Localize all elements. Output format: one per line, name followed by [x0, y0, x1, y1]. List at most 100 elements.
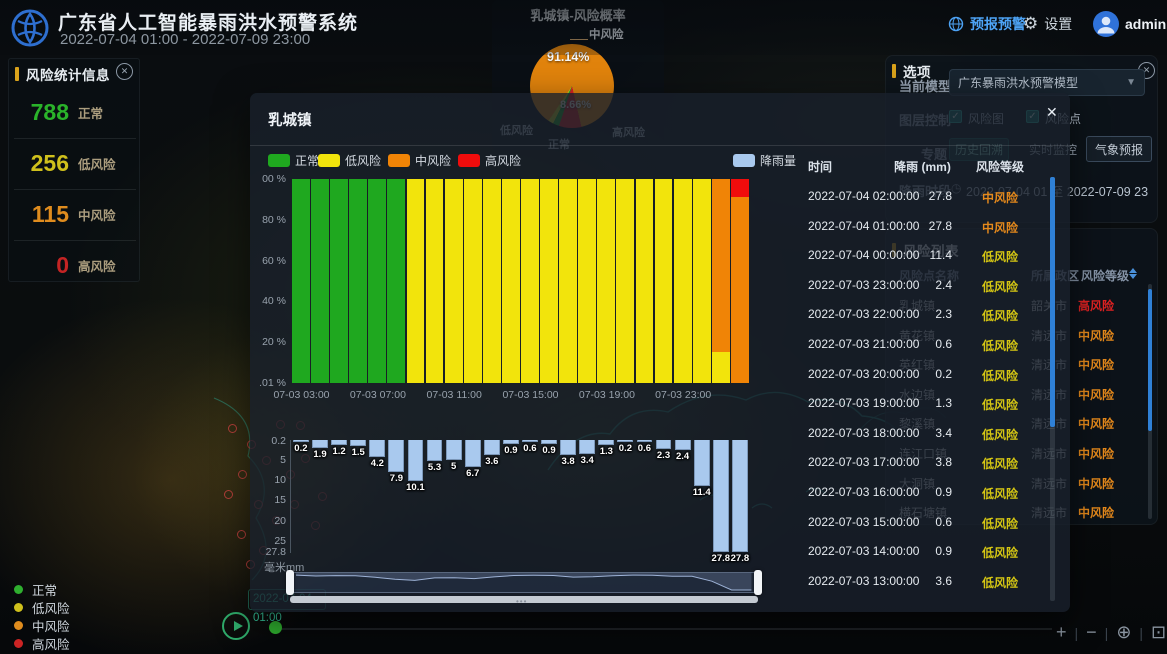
user-name: admin — [1125, 16, 1166, 32]
table-row[interactable]: 2022-07-03 13:00:003.6低风险 — [800, 566, 1052, 595]
red-dot-icon — [14, 639, 23, 648]
table-cell-rain: 3.4 — [890, 426, 952, 440]
table-row[interactable]: 2022-07-03 15:00:000.6低风险 — [800, 507, 1052, 536]
gear-icon: ⚙ — [1023, 14, 1038, 34]
model-select-value: 广东暴雨洪水预警模型 — [958, 74, 1126, 91]
stats-close-icon[interactable]: ✕ — [116, 63, 133, 80]
table-row[interactable]: 2022-07-04 00:00:0011.4低风险 — [800, 240, 1052, 269]
table-cell-level: 低风险 — [960, 396, 1040, 413]
table-cell-rain: 0.9 — [890, 485, 952, 499]
legend-item-low: 低风险 — [14, 598, 70, 616]
table-row[interactable]: 2022-07-03 23:00:002.4低风险 — [800, 270, 1052, 299]
table-cell-rain: 3.8 — [890, 455, 952, 469]
table-cell-rain: 2.4 — [890, 278, 952, 292]
panel-accent-bar — [15, 67, 19, 81]
table-cell-level: 低风险 — [960, 248, 1040, 265]
table-cell-level: 低风险 — [960, 337, 1040, 354]
town-detail-modal: 乳城镇 ✕ 正常 低风险 中风险 高风险 降雨量 00 %80 %60 %40 … — [250, 93, 1070, 612]
table-row[interactable]: 2022-07-03 20:00:000.2低风险 — [800, 359, 1052, 388]
topic-weather-button[interactable]: 气象预报 — [1086, 136, 1152, 162]
stat-low-label: 低风险 — [78, 154, 116, 173]
table-cell-level: 低风险 — [960, 574, 1040, 591]
table-scrollbar-thumb[interactable] — [1050, 177, 1055, 427]
risk-stats-title: 风险统计信息 — [26, 64, 110, 84]
play-button[interactable] — [222, 612, 250, 640]
risk-stats-panel: 风险统计信息 ✕ 788 正常 256 低风险 115 中风险 0 高风险 — [8, 58, 140, 282]
table-cell-rain: 0.9 — [890, 544, 952, 558]
zoom-in-button[interactable]: + — [1056, 622, 1067, 643]
stat-low-value: 256 — [9, 150, 69, 177]
table-row[interactable]: 2022-07-03 14:00:000.9低风险 — [800, 536, 1052, 565]
divider: | — [1139, 625, 1143, 641]
table-cell-rain: 2.3 — [890, 307, 952, 321]
stat-mid-value: 115 — [9, 201, 69, 228]
globe-button[interactable]: ⊕ — [1116, 622, 1131, 643]
table-row[interactable]: 2022-07-04 02:00:0027.8中风险 — [800, 181, 1052, 210]
risk-point-marker[interactable] — [228, 424, 237, 433]
panel-accent-bar — [892, 64, 896, 78]
divider: | — [1105, 625, 1109, 641]
timeline-handle[interactable] — [269, 621, 282, 634]
table-cell-rain: 0.6 — [890, 337, 952, 351]
table-row[interactable]: 2022-07-03 19:00:001.3低风险 — [800, 388, 1052, 417]
nav-forecast-label: 预报预警 — [970, 14, 1026, 34]
table-cell-level: 低风险 — [960, 515, 1040, 532]
avatar — [1093, 11, 1119, 37]
stat-high-label: 高风险 — [78, 256, 116, 275]
extent-button[interactable]: ⊡ — [1151, 622, 1166, 643]
table-row[interactable]: 2022-07-04 01:00:0027.8中风险 — [800, 211, 1052, 240]
app-logo-icon — [10, 8, 50, 48]
risk-point-marker[interactable] — [237, 530, 246, 539]
stat-mid-label: 中风险 — [78, 205, 116, 224]
table-cell-level: 低风险 — [960, 367, 1040, 384]
divider: | — [1075, 625, 1079, 641]
nav-forecast-warning[interactable]: 预报预警 — [948, 12, 1026, 36]
stat-normal: 788 正常 — [9, 87, 141, 137]
table-cell-level: 中风险 — [960, 189, 1040, 206]
table-cell-rain: 27.8 — [890, 219, 952, 233]
table-cell-level: 低风险 — [960, 307, 1040, 324]
app-root: 乳城镇-风险概率 中风险 91.14% 8.66% 低风险 正常 高风险 选项 … — [0, 0, 1167, 654]
stat-high-value: 0 — [9, 252, 69, 279]
table-rows: 2022-07-04 02:00:0027.8中风险2022-07-04 01:… — [250, 93, 1070, 612]
table-row[interactable]: 2022-07-03 21:00:000.6低风险 — [800, 329, 1052, 358]
risk-point-marker[interactable] — [238, 470, 247, 479]
table-cell-level: 中风险 — [960, 219, 1040, 236]
table-cell-rain: 0.2 — [890, 367, 952, 381]
table-cell-rain: 27.8 — [890, 189, 952, 203]
table-cell-rain: 0.6 — [890, 515, 952, 529]
table-cell-level: 低风险 — [960, 485, 1040, 502]
table-row[interactable]: 2022-07-03 22:00:002.3低风险 — [800, 299, 1052, 328]
timeline-track[interactable] — [276, 628, 1052, 630]
top-header: 广东省人工智能暴雨洪水预警系统 2022-07-04 01:00 - 2022-… — [0, 0, 1167, 55]
table-cell-level: 低风险 — [960, 278, 1040, 295]
risk-point-marker[interactable] — [224, 490, 233, 499]
legend-item-normal: 正常 — [14, 580, 70, 598]
nav-settings[interactable]: ⚙ 设置 — [1023, 12, 1072, 36]
table-row[interactable]: 2022-07-03 17:00:003.8低风险 — [800, 447, 1052, 476]
zoom-out-button[interactable]: − — [1086, 622, 1097, 643]
stat-high: 0 高风险 — [9, 240, 141, 290]
risk-list-scrollbar-thumb[interactable] — [1148, 289, 1152, 431]
header-date-range: 2022-07-04 01:00 - 2022-07-09 23:00 — [60, 31, 310, 48]
table-cell-rain: 1.3 — [890, 396, 952, 410]
stat-mid: 115 中风险 — [9, 189, 141, 239]
model-select[interactable]: 广东暴雨洪水预警模型 ▼ — [949, 69, 1145, 96]
play-icon — [234, 621, 243, 631]
globe-icon — [948, 16, 964, 32]
chevron-down-icon: ▼ — [1126, 77, 1136, 88]
table-cell-rain: 3.6 — [890, 574, 952, 588]
table-cell-level: 低风险 — [960, 455, 1040, 472]
table-cell-rain: 11.4 — [890, 248, 952, 262]
yellow-dot-icon — [14, 603, 23, 612]
green-dot-icon — [14, 585, 23, 594]
table-cell-level: 低风险 — [960, 544, 1040, 561]
nav-user-menu[interactable]: admin ▾ — [1093, 12, 1167, 36]
map-legend: 正常 低风险 中风险 高风险 — [14, 580, 70, 652]
table-row[interactable]: 2022-07-03 18:00:003.4低风险 — [800, 418, 1052, 447]
orange-dot-icon — [14, 621, 23, 630]
stat-normal-label: 正常 — [78, 103, 103, 122]
table-cell-level: 低风险 — [960, 426, 1040, 443]
table-row[interactable]: 2022-07-03 16:00:000.9低风险 — [800, 477, 1052, 506]
legend-item-mid: 中风险 — [14, 616, 70, 634]
